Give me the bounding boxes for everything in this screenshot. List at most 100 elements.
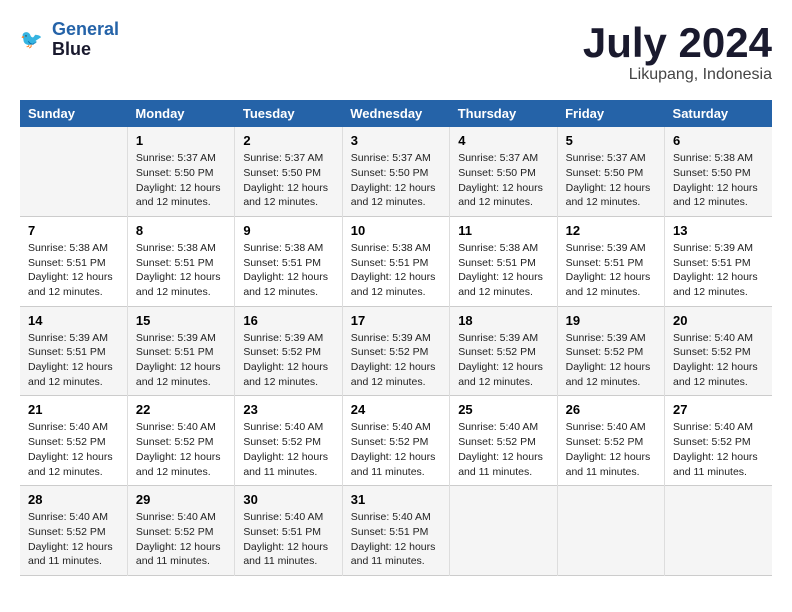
day-number: 18 [458,313,548,328]
calendar-cell: 23 Sunrise: 5:40 AM Sunset: 5:52 PM Dayli… [235,396,342,486]
calendar-cell: 24 Sunrise: 5:40 AM Sunset: 5:52 PM Dayli… [342,396,449,486]
calendar-week-row: 7 Sunrise: 5:38 AM Sunset: 5:51 PM Daylig… [20,216,772,306]
day-info: Sunrise: 5:40 AM Sunset: 5:52 PM Dayligh… [28,420,119,479]
calendar-subtitle: Likupang, Indonesia [583,66,772,84]
header-tuesday: Tuesday [235,100,342,127]
day-number: 12 [566,223,656,238]
day-number: 22 [136,402,226,417]
day-info: Sunrise: 5:40 AM Sunset: 5:52 PM Dayligh… [566,420,656,479]
calendar-cell [557,486,664,576]
day-number: 27 [673,402,764,417]
calendar-cell: 4 Sunrise: 5:37 AM Sunset: 5:50 PM Daylig… [450,127,557,216]
day-number: 31 [351,492,441,507]
calendar-cell: 22 Sunrise: 5:40 AM Sunset: 5:52 PM Dayli… [127,396,234,486]
day-number: 15 [136,313,226,328]
calendar-cell: 29 Sunrise: 5:40 AM Sunset: 5:52 PM Dayli… [127,486,234,576]
day-number: 13 [673,223,764,238]
calendar-cell: 14 Sunrise: 5:39 AM Sunset: 5:51 PM Dayli… [20,306,127,396]
day-number: 24 [351,402,441,417]
day-info: Sunrise: 5:39 AM Sunset: 5:51 PM Dayligh… [673,241,764,300]
header-friday: Friday [557,100,664,127]
calendar-cell: 15 Sunrise: 5:39 AM Sunset: 5:51 PM Dayli… [127,306,234,396]
day-number: 20 [673,313,764,328]
calendar-cell [665,486,772,576]
day-info: Sunrise: 5:38 AM Sunset: 5:51 PM Dayligh… [28,241,119,300]
calendar-cell: 28 Sunrise: 5:40 AM Sunset: 5:52 PM Dayli… [20,486,127,576]
day-info: Sunrise: 5:38 AM Sunset: 5:51 PM Dayligh… [136,241,226,300]
day-info: Sunrise: 5:37 AM Sunset: 5:50 PM Dayligh… [351,151,441,210]
day-info: Sunrise: 5:40 AM Sunset: 5:51 PM Dayligh… [351,510,441,569]
day-number: 16 [243,313,333,328]
calendar-table: Sunday Monday Tuesday Wednesday Thursday… [20,100,772,576]
day-info: Sunrise: 5:40 AM Sunset: 5:52 PM Dayligh… [673,420,764,479]
day-number: 7 [28,223,119,238]
calendar-cell: 19Sunrise: 5:39 AM Sunset: 5:52 PM Dayli… [557,306,664,396]
day-number: 23 [243,402,333,417]
day-number: 17 [351,313,441,328]
day-info: Sunrise: 5:39 AM Sunset: 5:51 PM Dayligh… [566,241,656,300]
calendar-cell [20,127,127,216]
day-number: 26 [566,402,656,417]
logo: 🐦 General Blue [20,20,119,60]
day-info: Sunrise: 5:38 AM Sunset: 5:51 PM Dayligh… [243,241,333,300]
day-info: Sunrise: 5:40 AM Sunset: 5:52 PM Dayligh… [136,420,226,479]
day-info: Sunrise: 5:40 AM Sunset: 5:51 PM Dayligh… [243,510,333,569]
calendar-week-row: 28 Sunrise: 5:40 AM Sunset: 5:52 PM Dayli… [20,486,772,576]
calendar-cell: 10Sunrise: 5:38 AM Sunset: 5:51 PM Dayli… [342,216,449,306]
day-number: 3 [351,133,441,148]
day-number: 30 [243,492,333,507]
day-number: 2 [243,133,333,148]
day-info: Sunrise: 5:39 AM Sunset: 5:52 PM Dayligh… [458,331,548,390]
day-number: 29 [136,492,226,507]
calendar-cell: 26 Sunrise: 5:40 AM Sunset: 5:52 PM Dayli… [557,396,664,486]
header-sunday: Sunday [20,100,127,127]
day-number: 4 [458,133,548,148]
day-number: 19 [566,313,656,328]
day-info: Sunrise: 5:38 AM Sunset: 5:50 PM Dayligh… [673,151,764,210]
svg-text:🐦: 🐦 [20,29,43,49]
calendar-cell: 27 Sunrise: 5:40 AM Sunset: 5:52 PM Dayli… [665,396,772,486]
calendar-cell: 6Sunrise: 5:38 AM Sunset: 5:50 PM Daylig… [665,127,772,216]
logo-text: General Blue [52,20,119,60]
day-info: Sunrise: 5:40 AM Sunset: 5:52 PM Dayligh… [136,510,226,569]
calendar-week-row: 21Sunrise: 5:40 AM Sunset: 5:52 PM Dayli… [20,396,772,486]
day-info: Sunrise: 5:38 AM Sunset: 5:51 PM Dayligh… [351,241,441,300]
day-info: Sunrise: 5:37 AM Sunset: 5:50 PM Dayligh… [136,151,226,210]
day-info: Sunrise: 5:40 AM Sunset: 5:52 PM Dayligh… [458,420,548,479]
calendar-cell: 5Sunrise: 5:37 AM Sunset: 5:50 PM Daylig… [557,127,664,216]
header-saturday: Saturday [665,100,772,127]
calendar-cell: 20 Sunrise: 5:40 AM Sunset: 5:52 PM Dayli… [665,306,772,396]
calendar-cell: 25 Sunrise: 5:40 AM Sunset: 5:52 PM Dayli… [450,396,557,486]
day-info: Sunrise: 5:39 AM Sunset: 5:51 PM Dayligh… [136,331,226,390]
calendar-cell: 1Sunrise: 5:37 AM Sunset: 5:50 PM Daylig… [127,127,234,216]
day-info: Sunrise: 5:40 AM Sunset: 5:52 PM Dayligh… [673,331,764,390]
day-number: 11 [458,223,548,238]
calendar-cell: 31 Sunrise: 5:40 AM Sunset: 5:51 PM Dayli… [342,486,449,576]
calendar-cell: 13 Sunrise: 5:39 AM Sunset: 5:51 PM Dayli… [665,216,772,306]
calendar-header: July 2024 Likupang, Indonesia [583,20,772,84]
day-number: 25 [458,402,548,417]
day-info: Sunrise: 5:39 AM Sunset: 5:52 PM Dayligh… [243,331,333,390]
day-info: Sunrise: 5:37 AM Sunset: 5:50 PM Dayligh… [243,151,333,210]
calendar-cell [450,486,557,576]
day-info: Sunrise: 5:38 AM Sunset: 5:51 PM Dayligh… [458,241,548,300]
calendar-cell: 18 Sunrise: 5:39 AM Sunset: 5:52 PM Dayli… [450,306,557,396]
page-header: 🐦 General Blue July 2024 Likupang, Indon… [20,20,772,84]
day-info: Sunrise: 5:39 AM Sunset: 5:51 PM Dayligh… [28,331,119,390]
calendar-header-row: Sunday Monday Tuesday Wednesday Thursday… [20,100,772,127]
header-monday: Monday [127,100,234,127]
day-info: Sunrise: 5:37 AM Sunset: 5:50 PM Dayligh… [458,151,548,210]
day-info: Sunrise: 5:37 AM Sunset: 5:50 PM Dayligh… [566,151,656,210]
calendar-week-row: 14 Sunrise: 5:39 AM Sunset: 5:51 PM Dayli… [20,306,772,396]
day-number: 8 [136,223,226,238]
day-info: Sunrise: 5:40 AM Sunset: 5:52 PM Dayligh… [28,510,119,569]
day-number: 14 [28,313,119,328]
calendar-week-row: 1Sunrise: 5:37 AM Sunset: 5:50 PM Daylig… [20,127,772,216]
calendar-cell: 11 Sunrise: 5:38 AM Sunset: 5:51 PM Dayli… [450,216,557,306]
day-number: 28 [28,492,119,507]
logo-icon: 🐦 [20,26,48,54]
calendar-cell: 8 Sunrise: 5:38 AM Sunset: 5:51 PM Daylig… [127,216,234,306]
day-info: Sunrise: 5:40 AM Sunset: 5:52 PM Dayligh… [243,420,333,479]
day-info: Sunrise: 5:40 AM Sunset: 5:52 PM Dayligh… [351,420,441,479]
header-thursday: Thursday [450,100,557,127]
